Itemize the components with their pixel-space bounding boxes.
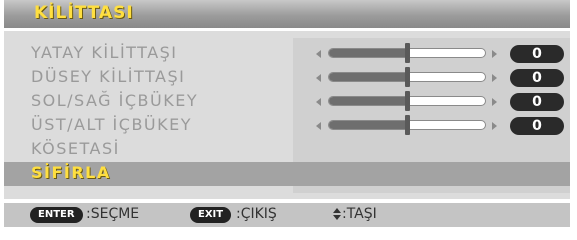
- menu-item-label: YATAY KİLİTTAŞI: [31, 43, 178, 62]
- arrow-left-icon: [316, 98, 321, 106]
- menu-title: KİLİTTASI: [34, 3, 134, 23]
- move-hint: :TAŞI: [342, 206, 377, 222]
- arrow-right-icon: [492, 50, 497, 58]
- slider-fill: [329, 49, 407, 57]
- enter-key-badge: ENTER: [30, 207, 83, 223]
- top-bottom-pincushion-value: 0: [510, 117, 564, 135]
- menu-footer: ENTER :SEÇME EXIT :ÇIKIŞ :TAŞI: [4, 203, 570, 227]
- menu-item-label: KÖSETASİ: [31, 139, 120, 158]
- arrow-left-icon: [316, 122, 321, 130]
- menu-item-label: DÜSEY KİLİTTAŞI: [31, 67, 186, 86]
- enter-hint: :SEÇME: [86, 206, 140, 222]
- slider-fill: [329, 121, 407, 129]
- slider-thumb[interactable]: [405, 67, 410, 87]
- up-down-icon: [333, 208, 342, 222]
- slider-thumb[interactable]: [405, 115, 410, 135]
- slider-fill: [329, 97, 407, 105]
- arrow-left-icon: [316, 50, 321, 58]
- arrow-right-icon: [492, 98, 497, 106]
- menu-item-reset[interactable]: SİFİRLA: [4, 162, 570, 186]
- menu-title-bar: KİLİTTASI: [4, 0, 570, 28]
- menu-item-label: SOL/SAĞ İÇBÜKEY: [31, 91, 199, 110]
- horizontal-keystone-value: 0: [510, 45, 564, 63]
- top-bottom-pincushion-slider[interactable]: [310, 114, 506, 138]
- exit-hint: :ÇIKIŞ: [236, 206, 277, 222]
- slider-thumb[interactable]: [405, 43, 410, 63]
- slider-fill: [329, 73, 407, 81]
- left-right-pincushion-slider[interactable]: [310, 90, 506, 114]
- slider-thumb[interactable]: [405, 91, 410, 111]
- horizontal-keystone-slider[interactable]: [310, 42, 506, 66]
- left-right-pincushion-value: 0: [510, 93, 564, 111]
- menu-item-label: ÜST/ALT İÇBÜKEY: [31, 115, 192, 134]
- arrow-right-icon: [492, 74, 497, 82]
- vertical-keystone-slider[interactable]: [310, 66, 506, 90]
- arrow-right-icon: [492, 122, 497, 130]
- exit-key-badge: EXIT: [190, 207, 232, 223]
- vertical-keystone-value: 0: [510, 69, 564, 87]
- keystone-menu: KİLİTTASI YATAY KİLİTTAŞI 0 DÜSEY KİLİTT…: [0, 0, 577, 240]
- arrow-left-icon: [316, 74, 321, 82]
- menu-item-label: SİFİRLA: [31, 163, 111, 182]
- menu-item-cornerstone[interactable]: KÖSETASİ: [4, 138, 570, 162]
